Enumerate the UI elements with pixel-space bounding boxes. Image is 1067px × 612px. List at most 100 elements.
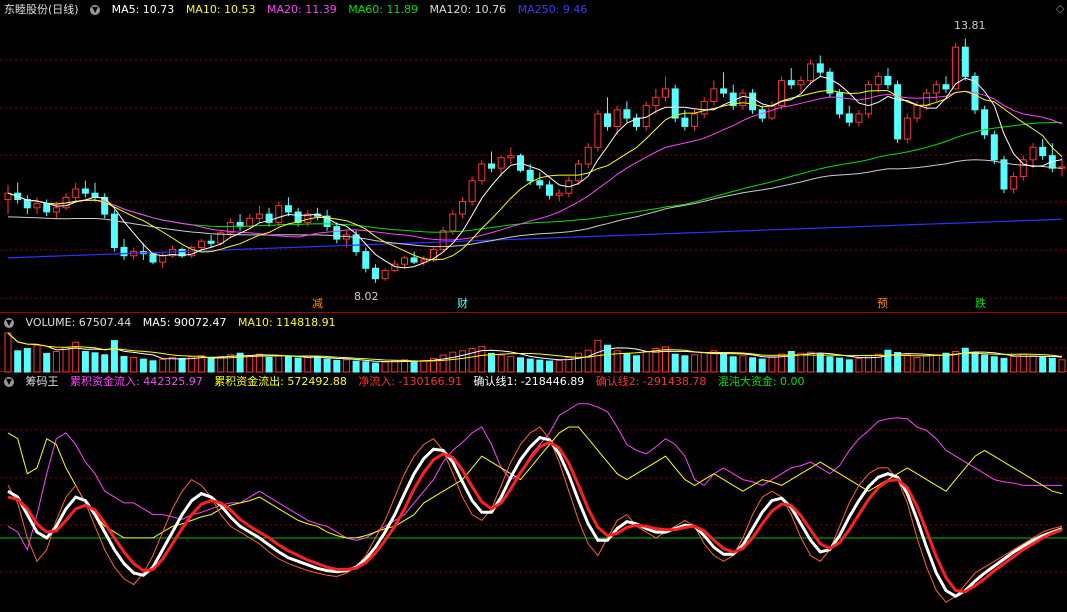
candle: [816, 63, 824, 73]
volume-bar: [903, 354, 911, 373]
candle: [584, 146, 592, 165]
volume-bar: [884, 349, 892, 373]
volume-bar: [729, 356, 737, 373]
volume-bar: [178, 357, 186, 373]
volume-bar: [768, 356, 776, 373]
candle: [884, 75, 892, 86]
low-price-label: 8.02: [354, 290, 379, 303]
candle: [855, 113, 863, 123]
candle: [120, 246, 128, 257]
volume-bar: [575, 352, 582, 373]
volume-bar: [1010, 356, 1018, 373]
volume-bar: [391, 360, 399, 373]
candle: [536, 180, 544, 186]
confirm2-readout: 确认线2: -291438.78: [595, 375, 707, 388]
candle: [381, 269, 389, 280]
candle: [401, 257, 408, 265]
volume-bar: [284, 356, 292, 373]
volume-bar: [623, 353, 631, 373]
event-tag[interactable]: 跌: [974, 297, 987, 311]
candle: [990, 134, 998, 161]
candle: [488, 163, 495, 169]
diamond-icon[interactable]: ◇: [1055, 2, 1065, 16]
security-title: 东睦股份(日线): [4, 3, 79, 16]
volume-bar: [33, 344, 41, 373]
volume-bar: [700, 352, 708, 373]
ma20-readout: MA20: 11.39: [267, 3, 337, 16]
volume-bar: [14, 350, 22, 373]
high-price-label: 13.81: [954, 19, 986, 32]
volume-bar: [255, 353, 263, 373]
volume-bar: [642, 351, 650, 373]
candle: [159, 255, 167, 263]
candle: [874, 75, 882, 86]
volume-bar: [913, 357, 921, 373]
volume-bar: [101, 354, 109, 373]
candle: [671, 88, 679, 119]
volume-bar: [362, 361, 370, 373]
candle: [43, 203, 51, 213]
volume-bar: [942, 352, 950, 373]
chaos-readout: 混沌大资金: 0.00: [717, 375, 805, 388]
candle: [932, 84, 940, 94]
volume-bar: [91, 352, 99, 373]
volume-bar: [43, 353, 51, 373]
inflow-line: [7, 403, 1062, 551]
volume-bar: [139, 358, 147, 373]
candle: [33, 203, 41, 209]
confirm1-readout: 确认线1: -218446.89: [473, 375, 585, 388]
ma5-line: [7, 75, 1063, 269]
volume-bar: [720, 353, 728, 373]
candle: [681, 117, 689, 127]
volume-bar: [971, 352, 979, 373]
candle: [555, 192, 563, 196]
volume-bar: [836, 357, 844, 373]
candle: [333, 226, 341, 240]
volume-bar: [1048, 357, 1056, 373]
volume-bar: [352, 360, 360, 373]
candle: [275, 205, 283, 223]
volume-bar: [546, 360, 553, 373]
volume-bar: [826, 356, 834, 373]
candle: [362, 251, 370, 269]
chevron-down-icon[interactable]: ▼: [90, 5, 101, 15]
candle: [284, 205, 292, 213]
volume-bar: [120, 356, 128, 373]
candle: [81, 188, 89, 194]
volume-bar: [313, 356, 321, 373]
volume-bar: [1029, 355, 1037, 373]
candle: [787, 80, 795, 86]
candle: [797, 80, 805, 86]
event-tag[interactable]: 减: [311, 297, 324, 311]
event-tag[interactable]: 预: [876, 297, 889, 311]
stock-chart-window: { "price_header": { "title": "东睦股份(日线)",…: [0, 0, 1067, 612]
chevron-down-icon[interactable]: ▼: [4, 318, 14, 328]
candle: [691, 113, 699, 127]
volume-bar: [372, 362, 379, 373]
volume-bar: [62, 347, 70, 373]
candle: [507, 155, 515, 159]
ma250-readout: MA250: 9.46: [517, 3, 588, 16]
volume-bar: [246, 355, 254, 373]
chevron-down-icon[interactable]: ▼: [4, 377, 14, 387]
volume-bar: [816, 353, 824, 373]
inflow-readout: 累积资金流入: 442325.97: [70, 375, 203, 388]
volume-bar: [555, 359, 563, 373]
volume-bar: [662, 346, 669, 373]
candle: [662, 88, 669, 98]
volume-bar: [52, 351, 60, 373]
candle: [294, 211, 302, 223]
outflow-readout: 累积资金流出: 572492.88: [214, 375, 347, 388]
candle: [652, 96, 660, 107]
volume-bar: [797, 352, 805, 373]
volume-bar: [536, 359, 544, 373]
candle: [575, 163, 582, 182]
volume-bar: [961, 347, 969, 373]
volume-bar: [633, 355, 640, 373]
event-tag[interactable]: 财: [456, 297, 469, 311]
candle: [1000, 159, 1008, 190]
candle: [836, 92, 844, 115]
chart-canvas: [0, 38, 1067, 603]
volume-bar: [81, 351, 89, 373]
candle: [246, 217, 254, 227]
